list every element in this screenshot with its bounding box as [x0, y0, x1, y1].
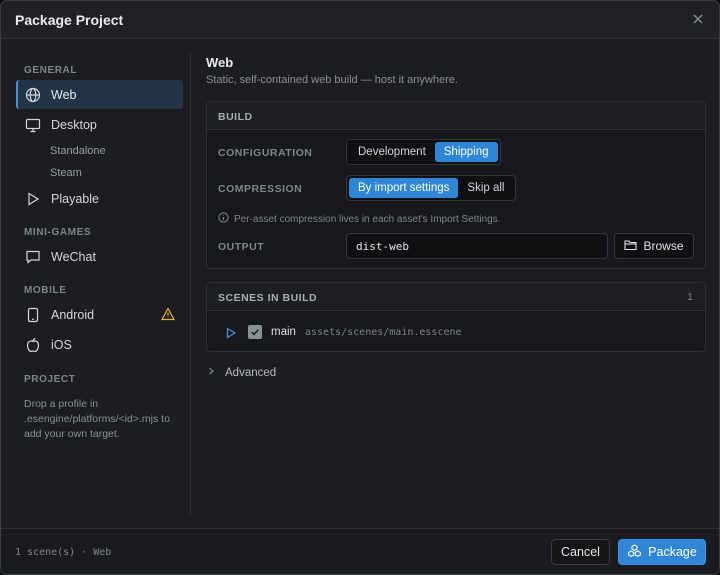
sidebar-header-project: PROJECT — [24, 374, 76, 385]
advanced-toggle[interactable]: Advanced — [206, 366, 276, 379]
dialog-footer: 1 scene(s) · Web Cancel Package — [1, 528, 719, 574]
folder-icon — [624, 239, 638, 254]
scenes-panel-header: SCENES IN BUILD 1 — [207, 283, 705, 311]
scene-path: assets/scenes/main.esscene — [305, 327, 462, 338]
project-note: Drop a profile in .esengine/platforms/<i… — [24, 398, 170, 440]
package-button[interactable]: Package — [618, 539, 706, 565]
phone-icon — [24, 306, 42, 324]
sidebar-item-web[interactable]: Web — [16, 80, 183, 109]
advanced-label: Advanced — [225, 366, 277, 379]
info-icon — [218, 212, 229, 226]
footer-status: 1 scene(s) · Web — [15, 547, 112, 558]
build-panel-title: BUILD — [218, 111, 253, 123]
sidebar-item-label: Android — [51, 307, 95, 322]
sidebar-item-android[interactable]: Android — [16, 300, 183, 329]
package-icon — [627, 543, 642, 561]
sidebar-item-playable[interactable]: Playable — [16, 184, 183, 213]
warning-icon — [160, 307, 176, 321]
sidebar-item-label: Playable — [51, 191, 99, 206]
compression-toggle: By import settings Skip all — [346, 175, 517, 201]
monitor-icon — [24, 116, 42, 134]
sidebar-header-minigames: MINI-GAMES — [24, 227, 92, 238]
compression-option-skip-all[interactable]: Skip all — [458, 178, 513, 198]
compression-hint: Per-asset compression lives in each asse… — [218, 212, 500, 226]
build-panel-header: BUILD — [207, 102, 705, 130]
package-project-dialog: Package Project GENERAL Web Desktop Stan… — [0, 0, 720, 575]
sidebar-header-mobile: MOBILE — [24, 285, 67, 296]
sidebar-item-wechat[interactable]: WeChat — [16, 242, 183, 271]
sidebar-item-label: iOS — [51, 337, 72, 352]
compression-label: COMPRESSION — [218, 183, 303, 195]
configuration-option-development[interactable]: Development — [349, 142, 435, 162]
close-icon[interactable] — [691, 12, 705, 26]
browse-button[interactable]: Browse — [614, 233, 694, 259]
output-label: OUTPUT — [218, 241, 265, 253]
play-scene-icon[interactable] — [225, 327, 237, 339]
scene-name: main — [271, 326, 296, 338]
sidebar-item-desktop[interactable]: Desktop — [16, 110, 183, 139]
sidebar-item-standalone[interactable]: Standalone — [50, 145, 106, 157]
sidebar-header-general: GENERAL — [24, 65, 78, 76]
chevron-right-icon — [206, 366, 216, 379]
scenes-panel: SCENES IN BUILD 1 main assets/scenes/mai… — [206, 282, 706, 352]
configuration-option-shipping[interactable]: Shipping — [434, 142, 498, 162]
output-path-input[interactable]: dist-web — [346, 233, 608, 259]
sidebar-item-label: WeChat — [51, 249, 96, 264]
scene-row: main assets/scenes/main.esscene — [207, 321, 705, 347]
sidebar-item-label: Desktop — [51, 117, 97, 132]
page-subtitle: Static, self-contained web build — host … — [206, 74, 458, 86]
scenes-count: 1 — [687, 291, 693, 303]
compression-option-import-settings[interactable]: By import settings — [349, 178, 459, 198]
play-icon — [24, 190, 42, 208]
platform-settings: Web Static, self-contained web build — h… — [206, 39, 706, 528]
scenes-panel-title: SCENES IN BUILD — [218, 292, 318, 304]
platform-sidebar: GENERAL Web Desktop Standalone Steam Pla… — [1, 39, 191, 528]
browse-label: Browse — [643, 239, 684, 253]
globe-icon — [24, 86, 42, 104]
sidebar-item-label: Web — [51, 87, 77, 102]
build-panel: BUILD CONFIGURATION Development Shipping… — [206, 101, 706, 269]
compression-hint-text: Per-asset compression lives in each asse… — [234, 213, 501, 225]
dialog-titlebar: Package Project — [1, 1, 719, 39]
cancel-button[interactable]: Cancel — [551, 539, 610, 565]
apple-icon — [24, 336, 42, 354]
chat-icon — [24, 248, 42, 266]
page-title: Web — [206, 55, 234, 70]
dialog-title: Package Project — [15, 12, 124, 28]
configuration-toggle: Development Shipping — [346, 139, 501, 165]
scene-include-checkbox[interactable] — [248, 325, 262, 339]
sidebar-item-ios[interactable]: iOS — [16, 330, 183, 359]
sidebar-item-steam[interactable]: Steam — [50, 167, 82, 179]
configuration-label: CONFIGURATION — [218, 147, 313, 159]
sidebar-divider — [190, 53, 191, 515]
package-label: Package — [648, 545, 697, 559]
